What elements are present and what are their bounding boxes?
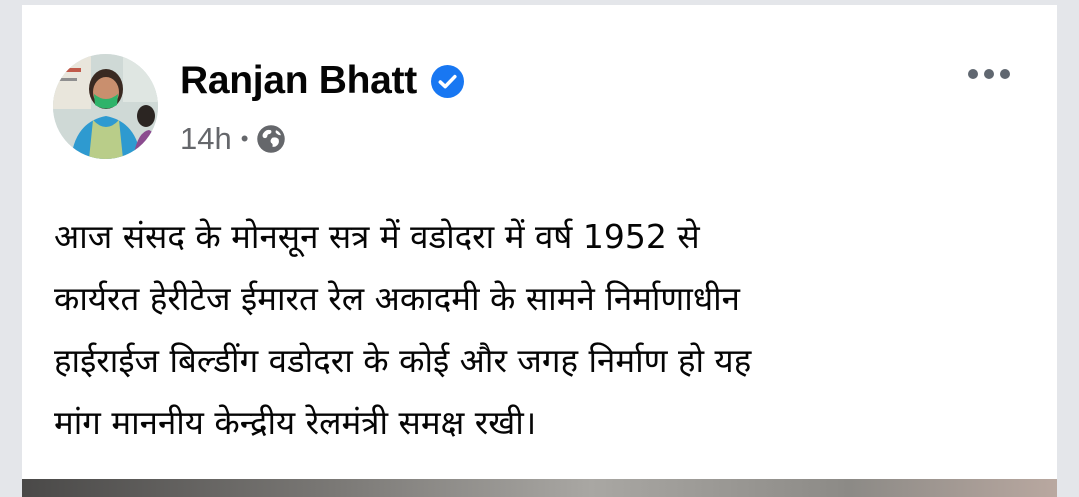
post-timestamp[interactable]: 14h [180,121,232,157]
post-text-line: कार्यरत हेरीटेज ईमारत रेल अकादमी के सामन… [54,279,740,318]
verified-badge-icon [430,64,464,98]
post-author: Ranjan Bhatt [180,57,464,105]
post-text-line: हाईराईज बिल्डींग वडोदरा के कोई और जगह नि… [54,341,752,380]
avatar-photo [53,54,158,159]
author-name[interactable]: Ranjan Bhatt [180,59,417,103]
more-horizontal-icon [984,69,994,79]
post-card: Ranjan Bhatt 14h • आज संसद के मोनसून सत्… [22,5,1057,497]
post-text: आज संसद के मोनसून सत्र में वडोदरा में वर… [54,206,1014,454]
post-meta: 14h • [180,119,286,159]
post-text-line: आज संसद के मोनसून सत्र में वडोदरा में वर… [54,217,700,256]
post-photo[interactable] [22,479,1057,497]
more-horizontal-icon [968,69,978,79]
more-horizontal-icon [1000,69,1010,79]
globe-icon[interactable] [256,124,286,154]
more-options-button[interactable] [959,56,1019,92]
post-text-line: मांग माननीय केन्द्रीय रेलमंत्री समक्ष रख… [54,403,537,442]
author-avatar[interactable] [53,54,158,159]
meta-separator: • [240,126,249,151]
